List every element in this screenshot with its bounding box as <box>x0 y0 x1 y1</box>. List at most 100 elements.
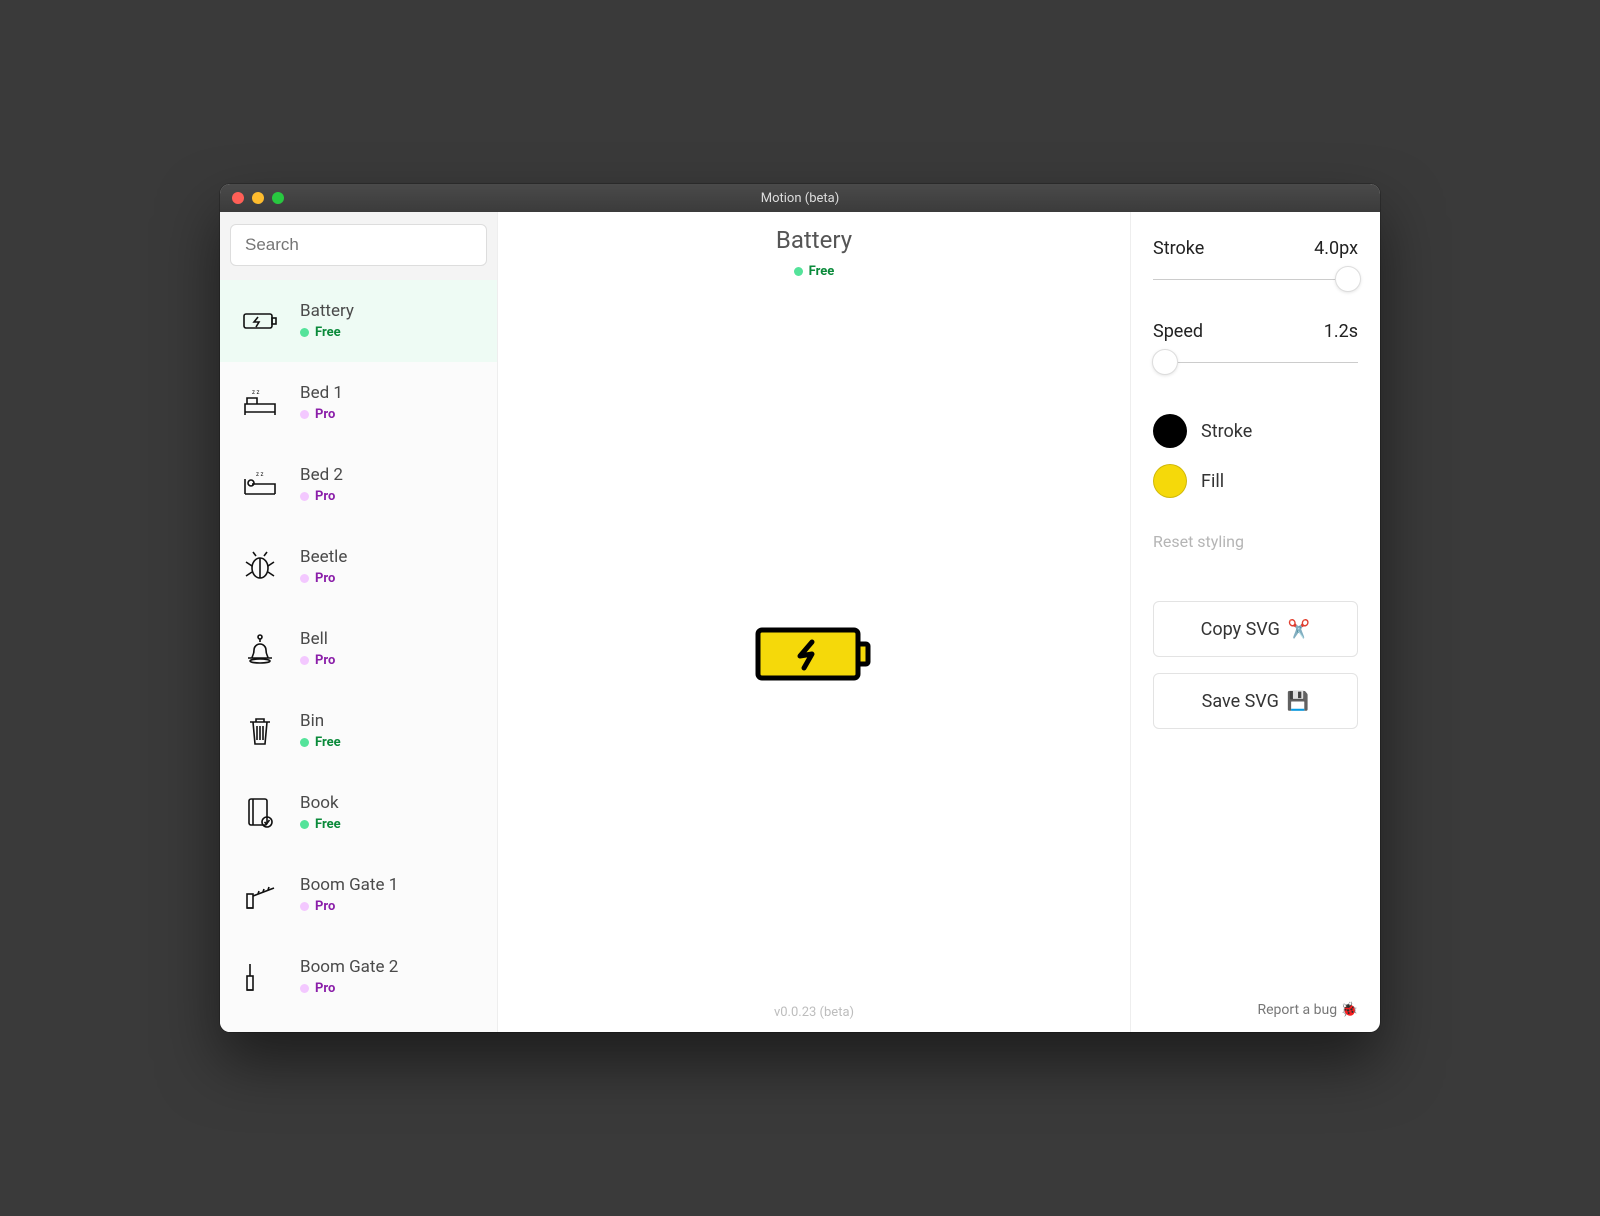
bed1-icon: z z <box>238 380 282 424</box>
sidebar-item-title: Boom Gate 2 <box>300 957 398 977</box>
tier-badge: Free <box>300 817 341 832</box>
stroke-color-row[interactable]: Stroke <box>1153 414 1358 448</box>
tier-badge: Pro <box>300 981 398 996</box>
sidebar-item-title: Bed 1 <box>300 383 343 403</box>
status-dot-icon <box>300 410 309 419</box>
report-bug-link[interactable]: Report a bug 🐞 <box>1153 994 1358 1018</box>
window-title: Motion (beta) <box>220 191 1380 206</box>
fill-color-row[interactable]: Fill <box>1153 464 1358 498</box>
icon-list[interactable]: Battery Free z z Bed 1 Pro z z Bed 2 Pro Beetle P… <box>220 280 497 1032</box>
sidebar-item-battery[interactable]: Battery Free <box>220 280 497 362</box>
traffic-lights <box>232 192 284 204</box>
zoom-icon[interactable] <box>272 192 284 204</box>
stroke-color-swatch[interactable] <box>1153 414 1187 448</box>
bin-icon <box>238 708 282 752</box>
sidebar-item-title: Bell <box>300 629 335 649</box>
preview-stage <box>498 279 1130 1032</box>
speed-control: Speed 1.2s <box>1153 321 1358 374</box>
tier-badge: Pro <box>300 489 343 504</box>
tier-label: Free <box>315 735 341 750</box>
svg-text:z z: z z <box>256 471 263 478</box>
close-icon[interactable] <box>232 192 244 204</box>
sidebar-item-title: Boom Gate 1 <box>300 875 398 895</box>
floppy-icon: 💾 <box>1287 691 1309 712</box>
book-icon <box>238 790 282 834</box>
speed-slider[interactable] <box>1153 350 1358 374</box>
sidebar-item-title: Bed 2 <box>300 465 343 485</box>
tier-badge: Pro <box>300 653 335 668</box>
sidebar-item-title: Battery <box>300 301 354 321</box>
fill-color-swatch[interactable] <box>1153 464 1187 498</box>
boomgate1-icon <box>238 872 282 916</box>
sidebar-item-beetle[interactable]: Beetle Pro <box>220 526 497 608</box>
report-bug-label: Report a bug <box>1258 1002 1338 1018</box>
tier-label: Pro <box>315 981 335 996</box>
app-window: Motion (beta) BatteryFreez zBed 1Proz zB… <box>220 184 1380 1032</box>
sidebar-item-book[interactable]: Book Free <box>220 772 497 854</box>
speed-label: Speed <box>1153 321 1203 342</box>
tier-badge: Pro <box>300 571 347 586</box>
main-header: Battery Free <box>776 226 852 279</box>
status-dot-icon <box>300 656 309 665</box>
tier-badge: Pro <box>300 899 398 914</box>
tier-label: Free <box>315 325 341 340</box>
tier-label: Free <box>315 817 341 832</box>
status-dot-icon <box>300 902 309 911</box>
status-dot-icon <box>300 820 309 829</box>
status-dot-icon <box>794 267 803 276</box>
search-wrap <box>220 212 497 280</box>
sidebar-item-boomgate1[interactable]: Boom Gate 1 Pro <box>220 854 497 936</box>
bed2-icon: z z <box>238 462 282 506</box>
sidebar-item-bed1[interactable]: z z Bed 1 Pro <box>220 362 497 444</box>
status-dot-icon <box>300 738 309 747</box>
bell-icon <box>238 626 282 670</box>
tier-label: Pro <box>315 407 335 422</box>
bug-icon: 🐞 <box>1341 1002 1358 1018</box>
stroke-slider[interactable] <box>1153 267 1358 291</box>
main-tier-badge: Free <box>776 264 852 279</box>
sidebar-item-title: Beetle <box>300 547 347 567</box>
stroke-color-label: Stroke <box>1201 421 1252 442</box>
svg-text:z z: z z <box>252 389 259 396</box>
stroke-value: 4.0px <box>1314 238 1358 259</box>
sidebar-item-title: Book <box>300 793 341 813</box>
sidebar: Battery Free z z Bed 1 Pro z z Bed 2 Pro Beetle P… <box>220 212 498 1032</box>
boomgate2-icon <box>238 954 282 998</box>
preview-icon <box>754 624 874 688</box>
battery-icon <box>754 624 874 684</box>
titlebar[interactable]: Motion (beta) <box>220 184 1380 212</box>
main: Battery Free v0.0.23 (beta) <box>498 212 1130 1032</box>
slider-knob[interactable] <box>1152 349 1178 375</box>
main-tier-label: Free <box>809 264 835 279</box>
status-dot-icon <box>300 328 309 337</box>
main-title: Battery <box>776 226 852 254</box>
slider-knob[interactable] <box>1335 266 1361 292</box>
content: Battery Free z z Bed 1 Pro z z Bed 2 Pro Beetle P… <box>220 212 1380 1032</box>
sidebar-item-bed2[interactable]: z z Bed 2 Pro <box>220 444 497 526</box>
tier-badge: Free <box>300 735 341 750</box>
beetle-icon <box>238 544 282 588</box>
speed-value: 1.2s <box>1324 321 1358 342</box>
tier-label: Pro <box>315 899 335 914</box>
copy-svg-button[interactable]: Copy SVG ✂️ <box>1153 601 1358 657</box>
color-pickers: Stroke Fill <box>1153 414 1358 514</box>
stroke-label: Stroke <box>1153 238 1204 259</box>
save-svg-button[interactable]: Save SVG 💾 <box>1153 673 1358 729</box>
reset-styling-button[interactable]: Reset styling <box>1153 532 1358 551</box>
status-dot-icon <box>300 492 309 501</box>
stroke-control: Stroke 4.0px <box>1153 238 1358 291</box>
tier-label: Pro <box>315 571 335 586</box>
minimize-icon[interactable] <box>252 192 264 204</box>
search-input[interactable] <box>230 224 487 266</box>
sidebar-item-boomgate2[interactable]: Boom Gate 2 Pro <box>220 936 497 1018</box>
export-buttons: Copy SVG ✂️ Save SVG 💾 <box>1153 601 1358 729</box>
tier-badge: Free <box>300 325 354 340</box>
inspector-panel: Stroke 4.0px Speed 1.2s <box>1130 212 1380 1032</box>
scissors-icon: ✂️ <box>1288 619 1310 640</box>
version-label: v0.0.23 (beta) <box>774 1005 854 1020</box>
status-dot-icon <box>300 574 309 583</box>
sidebar-item-bell[interactable]: Bell Pro <box>220 608 497 690</box>
sidebar-item-bin[interactable]: BinFree <box>220 690 497 772</box>
save-svg-label: Save SVG <box>1202 691 1279 712</box>
status-dot-icon <box>300 984 309 993</box>
